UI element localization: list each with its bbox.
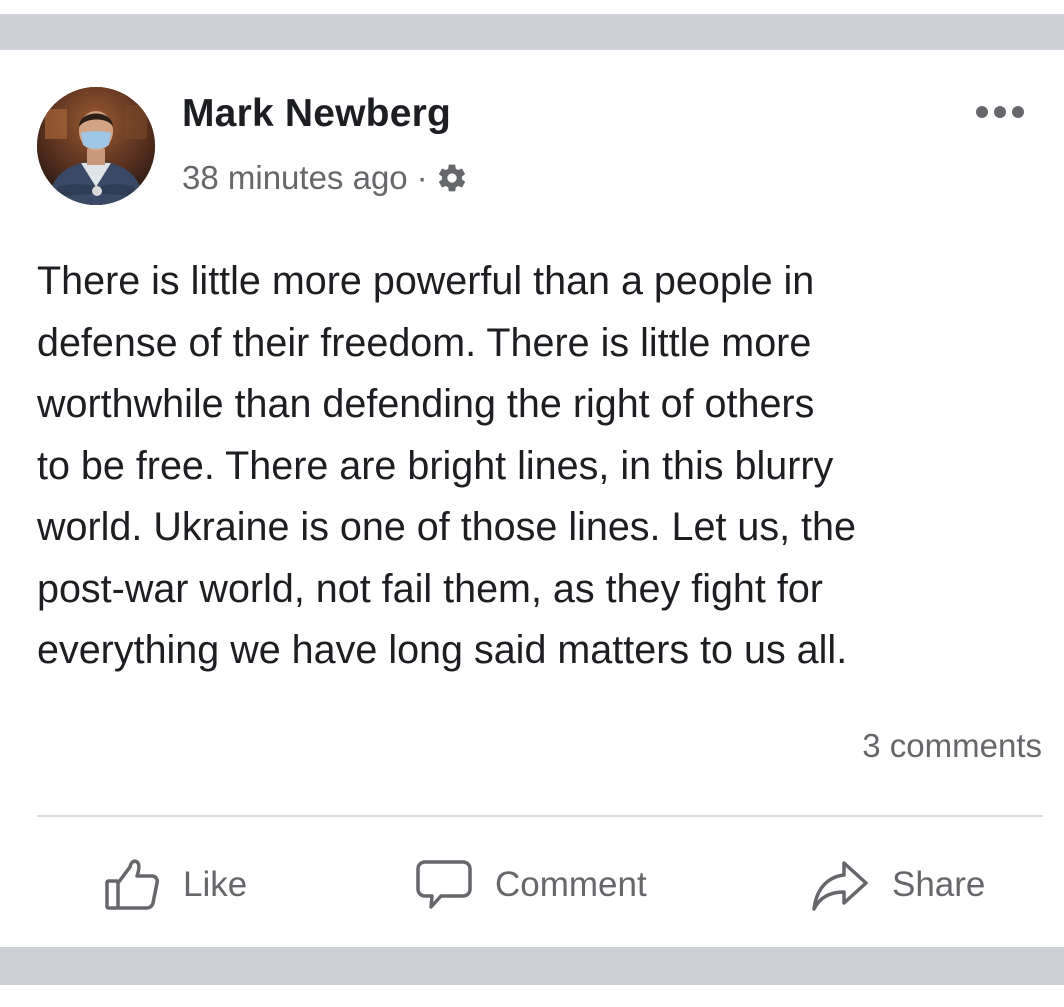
like-label: Like <box>183 865 248 904</box>
more-options-icon[interactable] <box>976 105 1024 119</box>
post-meta: 38 minutes ago · <box>182 158 468 198</box>
post-card: Mark Newberg 38 minutes ago · There is l… <box>0 50 1064 947</box>
more-dot <box>994 106 1006 118</box>
gear-icon[interactable] <box>436 162 468 194</box>
share-button[interactable]: Share <box>810 845 985 925</box>
meta-separator: · <box>416 159 428 196</box>
avatar-photo <box>37 87 155 205</box>
share-arrow-icon <box>812 861 868 911</box>
comments-count-link[interactable]: 3 comments <box>862 727 1042 765</box>
post-timestamp[interactable]: 38 minutes ago <box>182 159 408 197</box>
comment-label: Comment <box>495 865 647 904</box>
top-white-strip <box>0 0 1064 14</box>
more-dot <box>976 106 988 118</box>
avatar[interactable] <box>37 87 155 205</box>
thumbs-up-icon <box>105 859 159 910</box>
like-button[interactable]: Like <box>103 845 247 925</box>
post-action-bar: Like Comment Share <box>0 845 1064 925</box>
comment-button[interactable]: Comment <box>415 845 647 925</box>
more-dot <box>1012 106 1024 118</box>
share-label: Share <box>892 865 986 904</box>
comment-bubble-icon <box>416 860 472 909</box>
action-divider <box>37 815 1043 817</box>
bottom-white-strip <box>0 985 1064 1007</box>
post-body-text: There is little more powerful than a peo… <box>37 259 856 672</box>
author-name[interactable]: Mark Newberg <box>182 92 451 136</box>
